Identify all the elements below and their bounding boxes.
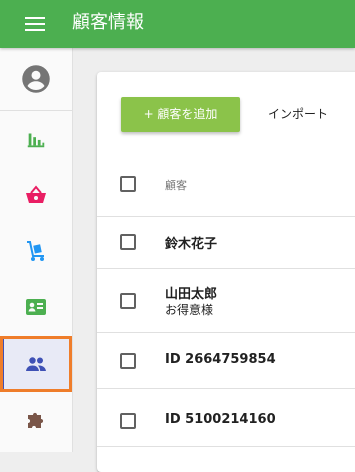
table-row[interactable]: 鈴木花子 <box>97 216 355 269</box>
puzzle-icon <box>28 412 44 428</box>
bar-chart-icon <box>27 133 45 148</box>
row-checkbox[interactable] <box>120 293 136 309</box>
people-icon <box>26 357 46 371</box>
table-row[interactable]: 山田太郎 お得意様 <box>97 268 355 333</box>
row-checkbox[interactable] <box>120 234 136 250</box>
sidebar-item-reports[interactable] <box>0 111 72 167</box>
customer-name: 山田太郎 <box>165 287 218 302</box>
sidebar-item-products[interactable] <box>0 223 72 279</box>
sidebar-item-contacts[interactable] <box>0 279 72 335</box>
contact-card-icon <box>26 299 46 315</box>
select-all-checkbox[interactable] <box>120 176 136 192</box>
sidebar-item-orders[interactable] <box>0 167 72 223</box>
row-checkbox[interactable] <box>120 413 136 429</box>
customer-name: ID 2664759854 <box>165 352 276 367</box>
row-checkbox[interactable] <box>120 353 136 369</box>
sidebar-item-account[interactable] <box>0 48 72 111</box>
table-row[interactable]: ID 5100214160 <box>97 388 355 447</box>
column-header-customer: 顧客 <box>165 179 187 192</box>
sidebar-item-customers[interactable] <box>0 336 72 392</box>
account-circle-icon <box>22 65 50 93</box>
hand-truck-icon <box>27 241 44 261</box>
customer-name: ID 5100214160 <box>165 412 276 427</box>
customer-list-panel: + 顧客を追加 インポート 顧客 鈴木花子 山田太郎 お得意様 ID 26647… <box>97 72 355 472</box>
customer-name: 鈴木花子 <box>165 237 218 252</box>
shopping-basket-icon <box>26 185 46 203</box>
import-button[interactable]: インポート <box>260 97 336 132</box>
table-header-row: 顧客 <box>97 152 355 217</box>
add-customer-button[interactable]: + 顧客を追加 <box>121 97 240 132</box>
sidebar <box>0 48 73 452</box>
hamburger-menu-icon[interactable] <box>24 15 46 33</box>
sidebar-item-extensions[interactable] <box>0 392 72 448</box>
customer-tag: お得意様 <box>165 303 214 317</box>
app-title: 顧客情報 <box>72 12 144 33</box>
table-row[interactable]: ID 2664759854 <box>97 332 355 389</box>
app-bar: 顧客情報 <box>0 0 355 48</box>
